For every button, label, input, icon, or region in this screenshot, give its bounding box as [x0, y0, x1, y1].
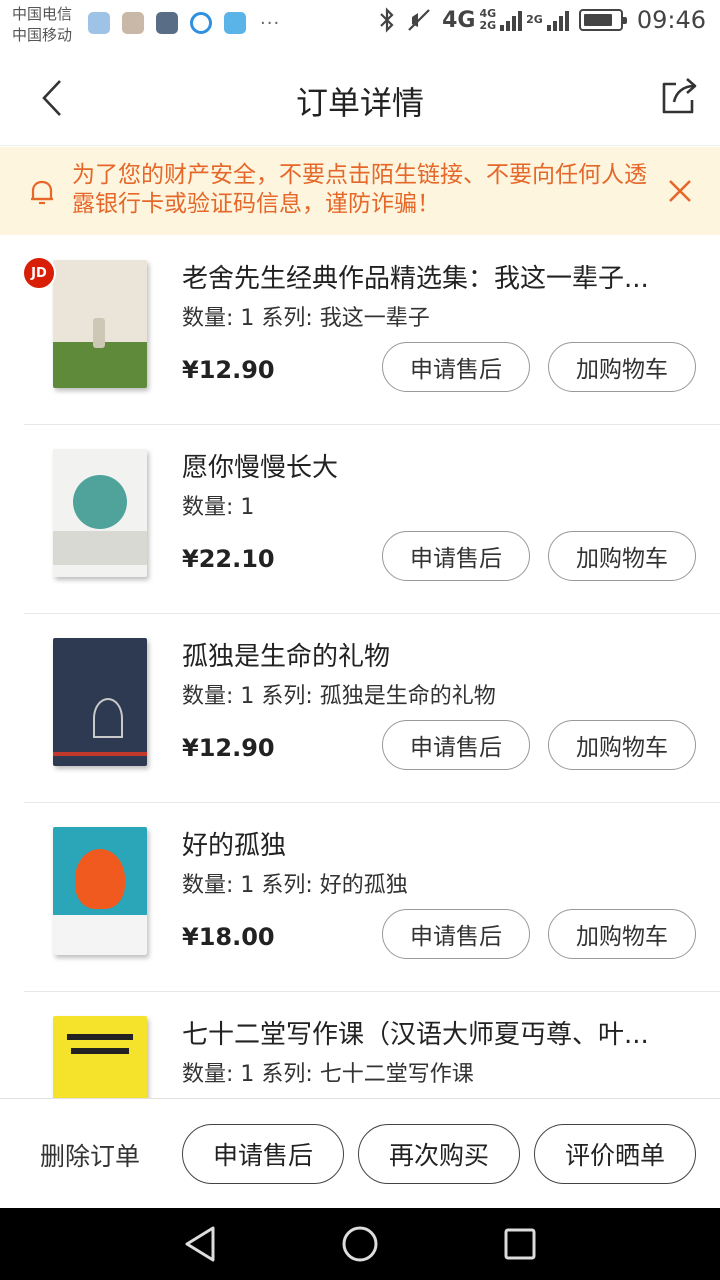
book-cover[interactable]	[40, 449, 160, 589]
item-meta: 数量: 1	[182, 495, 255, 520]
item-title[interactable]: 好的孤独	[182, 825, 682, 862]
add-to-cart-button[interactable]: 加购物车	[548, 720, 696, 770]
apply-after-sale-button[interactable]: 申请售后	[382, 531, 530, 581]
gallery-app-icon	[156, 12, 178, 34]
album-app-icon	[122, 12, 144, 34]
apply-after-sale-button[interactable]: 申请售后	[382, 342, 530, 392]
network-small-3: 2G	[526, 13, 543, 26]
carrier-info: 中国电信 中国移动	[12, 4, 72, 46]
mute-icon	[408, 9, 430, 31]
item-title[interactable]: 愿你慢慢长大	[182, 447, 682, 484]
more-notifications: ···	[260, 12, 281, 34]
order-item[interactable]: 孤独是生命的礼物 数量: 1 系列: 孤独是生命的礼物 ¥12.90 申请售后 …	[24, 614, 720, 803]
book-cover[interactable]	[40, 827, 160, 967]
order-item-list[interactable]: JD 老舍先生经典作品精选集：我这一辈子... 数量: 1 系列: 我这一辈子 …	[0, 236, 720, 1098]
app-header: 订单详情	[0, 52, 720, 146]
bell-icon	[31, 180, 53, 205]
notice-text: 为了您的财产安全，不要点击陌生链接、不要向任何人透露银行卡或验证码信息，谨防诈骗…	[72, 162, 647, 217]
order-item[interactable]: JD 老舍先生经典作品精选集：我这一辈子... 数量: 1 系列: 我这一辈子 …	[22, 236, 720, 425]
apply-after-sale-button[interactable]: 申请售后	[382, 909, 530, 959]
plane-app-icon	[224, 12, 246, 34]
security-notice: 为了您的财产安全，不要点击陌生链接、不要向任何人透露银行卡或验证码信息，谨防诈骗…	[0, 147, 720, 235]
review-button[interactable]: 评价晒单	[534, 1124, 696, 1184]
status-indicators: 4G 4G 2G 2G 09:46	[378, 6, 706, 34]
signal-icon-2	[546, 9, 569, 31]
page-title: 订单详情	[295, 84, 424, 122]
apply-after-sale-button[interactable]: 申请售后	[382, 720, 530, 770]
circle-home-icon	[342, 1226, 378, 1262]
browser-app-icon	[190, 12, 212, 34]
system-nav-bar	[0, 1208, 720, 1280]
battery-icon	[578, 9, 627, 31]
jd-badge: JD	[22, 256, 56, 290]
item-price: ¥12.90	[182, 734, 275, 762]
item-title[interactable]: 老舍先生经典作品精选集：我这一辈子...	[182, 258, 682, 295]
network-small-2: 2G	[479, 19, 497, 32]
delete-order-button[interactable]: 删除订单	[40, 1137, 140, 1173]
nav-back-button[interactable]	[180, 1224, 220, 1264]
add-to-cart-button[interactable]: 加购物车	[548, 342, 696, 392]
item-title[interactable]: 孤独是生命的礼物	[182, 636, 682, 673]
book-cover[interactable]	[40, 1016, 160, 1098]
order-item[interactable]: 愿你慢慢长大 数量: 1 ¥22.10 申请售后 加购物车	[24, 425, 720, 614]
share-icon	[662, 78, 697, 114]
triangle-back-icon	[185, 1226, 215, 1262]
rebuy-button[interactable]: 再次购买	[358, 1124, 520, 1184]
item-price: ¥18.00	[182, 923, 275, 951]
item-meta: 数量: 1 系列: 我这一辈子	[182, 306, 430, 331]
item-title[interactable]: 七十二堂写作课（汉语大师夏丏尊、叶...	[182, 1014, 682, 1051]
add-to-cart-button[interactable]: 加购物车	[548, 909, 696, 959]
chat-app-icon	[88, 12, 110, 34]
bluetooth-icon	[380, 7, 394, 33]
notification-icons: ···	[88, 12, 280, 34]
book-cover[interactable]	[40, 638, 160, 778]
order-item[interactable]: 好的孤独 数量: 1 系列: 好的孤独 ¥18.00 申请售后 加购物车	[24, 803, 720, 992]
close-icon[interactable]	[666, 177, 694, 205]
book-cover[interactable]	[40, 260, 160, 400]
share-button[interactable]	[656, 74, 702, 120]
carrier-1: 中国电信	[12, 5, 73, 23]
carrier-2: 中国移动	[12, 26, 73, 44]
apply-after-sale-order-button[interactable]: 申请售后	[182, 1124, 344, 1184]
clock: 09:46	[636, 6, 706, 34]
item-price: ¥22.10	[182, 545, 275, 573]
add-to-cart-button[interactable]: 加购物车	[548, 531, 696, 581]
nav-recents-button[interactable]	[500, 1224, 540, 1264]
order-item[interactable]: 七十二堂写作课（汉语大师夏丏尊、叶... 数量: 1 系列: 七十二堂写作课	[24, 992, 720, 1098]
square-recents-icon	[504, 1228, 536, 1260]
order-action-bar: 删除订单 申请售后 再次购买 评价晒单	[0, 1098, 720, 1208]
nav-home-button[interactable]	[340, 1224, 380, 1264]
item-price: ¥12.90	[182, 356, 275, 384]
signal-icon	[500, 9, 523, 31]
status-bar: 中国电信 中国移动 ··· 4G 4G 2G 2G 09:46	[0, 0, 720, 52]
item-meta: 数量: 1 系列: 好的孤独	[182, 873, 408, 898]
network-type: 4G	[442, 7, 476, 33]
item-meta: 数量: 1 系列: 七十二堂写作课	[182, 1062, 474, 1087]
item-meta: 数量: 1 系列: 孤独是生命的礼物	[182, 684, 496, 709]
